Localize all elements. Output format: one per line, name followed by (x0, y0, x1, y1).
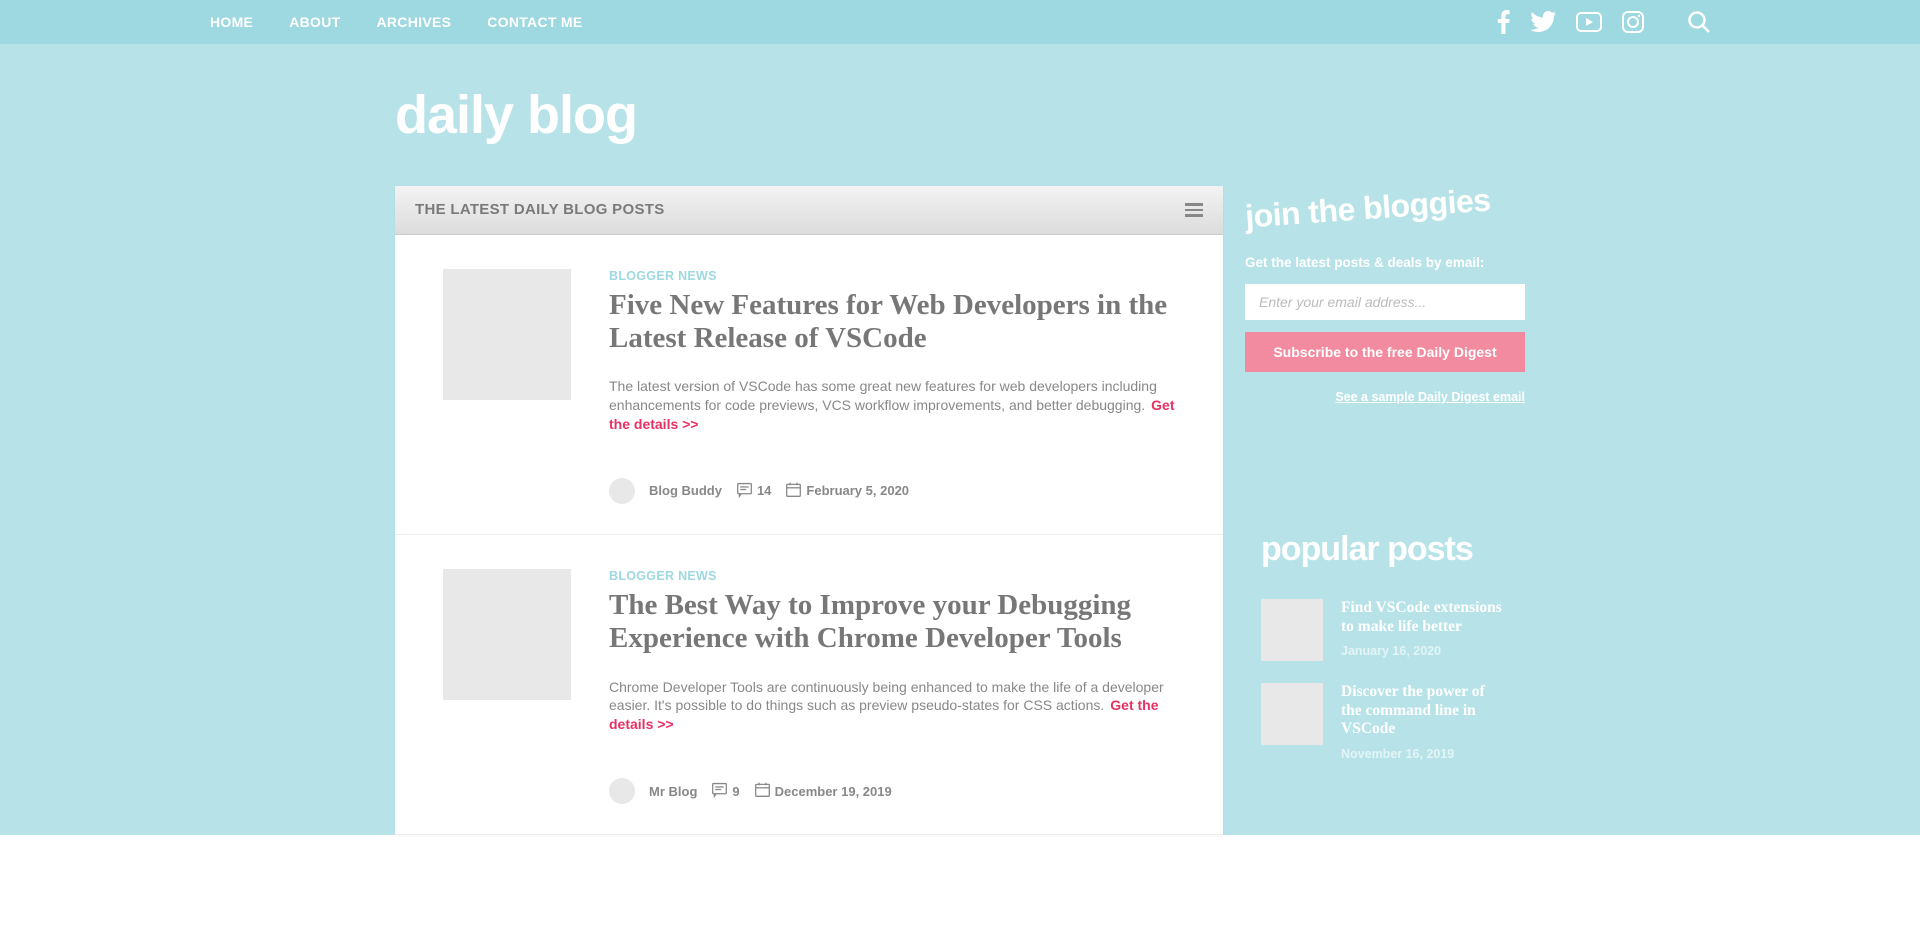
comments-count[interactable]: 9 (711, 781, 739, 801)
youtube-icon[interactable] (1576, 12, 1602, 32)
popular-post-item: Discover the power of the command line i… (1261, 683, 1509, 763)
post-excerpt: Chrome Developer Tools are continuously … (609, 678, 1193, 735)
comments-count[interactable]: 14 (736, 481, 771, 501)
instagram-icon[interactable] (1622, 11, 1644, 33)
author-avatar[interactable] (609, 478, 635, 504)
sample-digest-link[interactable]: See a sample Daily Digest email (1245, 390, 1525, 404)
signup-box: join the bloggies Get the latest posts &… (1245, 186, 1525, 432)
calendar-icon (754, 781, 771, 801)
top-navigation: HOME ABOUT ARCHIVES CONTACT ME (0, 0, 1920, 44)
post-thumbnail[interactable] (443, 569, 571, 700)
hamburger-icon[interactable] (1185, 200, 1203, 220)
subscribe-button[interactable]: Subscribe to the free Daily Digest (1245, 332, 1525, 372)
email-input[interactable] (1245, 284, 1525, 320)
sidebar: join the bloggies Get the latest posts &… (1245, 186, 1525, 805)
social-icons (1497, 10, 1710, 34)
post-thumbnail[interactable] (443, 269, 571, 400)
post-meta: Blog Buddy 14 February 5, 2020 (609, 478, 1193, 504)
post-title[interactable]: The Best Way to Improve your Debugging E… (609, 589, 1193, 656)
popular-post-title[interactable]: Find VSCode extensions to make life bett… (1341, 599, 1509, 636)
nav-home[interactable]: HOME (210, 14, 253, 30)
nav-contact[interactable]: CONTACT ME (487, 14, 582, 30)
feed-title: THE LATEST DAILY BLOG POSTS (415, 201, 665, 218)
signup-subtitle: Get the latest posts & deals by email: (1245, 255, 1525, 270)
popular-post-title[interactable]: Discover the power of the command line i… (1341, 683, 1509, 739)
facebook-icon[interactable] (1497, 10, 1510, 34)
comment-icon (736, 481, 753, 501)
nav-archives[interactable]: ARCHIVES (376, 14, 451, 30)
signup-title: join the bloggies (1244, 181, 1492, 235)
popular-posts-box: popular posts Find VSCode extensions to … (1245, 526, 1525, 805)
site-title: daily blog (395, 84, 1525, 186)
popular-thumbnail[interactable] (1261, 599, 1323, 661)
popular-post-date: November 16, 2019 (1341, 747, 1454, 761)
post-item: BLOGGER NEWS The Best Way to Improve you… (395, 535, 1223, 835)
hero-section: daily blog THE LATEST DAILY BLOG POSTS B… (0, 44, 1920, 835)
popular-post-item: Find VSCode extensions to make life bett… (1261, 599, 1509, 661)
post-item: BLOGGER NEWS Five New Features for Web D… (395, 235, 1223, 535)
popular-title: popular posts (1261, 530, 1509, 569)
nav-about[interactable]: ABOUT (289, 14, 340, 30)
author-avatar[interactable] (609, 778, 635, 804)
feed-header: THE LATEST DAILY BLOG POSTS (395, 186, 1223, 235)
nav-menu: HOME ABOUT ARCHIVES CONTACT ME (210, 14, 583, 30)
author-name[interactable]: Mr Blog (649, 784, 697, 799)
author-name[interactable]: Blog Buddy (649, 483, 722, 498)
post-date: February 5, 2020 (785, 481, 909, 501)
calendar-icon (785, 481, 802, 501)
post-category[interactable]: BLOGGER NEWS (609, 569, 1193, 583)
main-feed: THE LATEST DAILY BLOG POSTS BLOGGER NEWS… (395, 186, 1223, 835)
post-title[interactable]: Five New Features for Web Developers in … (609, 289, 1193, 356)
twitter-icon[interactable] (1530, 11, 1556, 33)
post-meta: Mr Blog 9 December 19, 2019 (609, 778, 1193, 804)
post-date: December 19, 2019 (754, 781, 892, 801)
popular-post-date: January 16, 2020 (1341, 644, 1441, 658)
popular-thumbnail[interactable] (1261, 683, 1323, 745)
search-icon[interactable] (1688, 11, 1710, 33)
post-category[interactable]: BLOGGER NEWS (609, 269, 1193, 283)
post-excerpt: The latest version of VSCode has some gr… (609, 377, 1193, 434)
comment-icon (711, 781, 728, 801)
